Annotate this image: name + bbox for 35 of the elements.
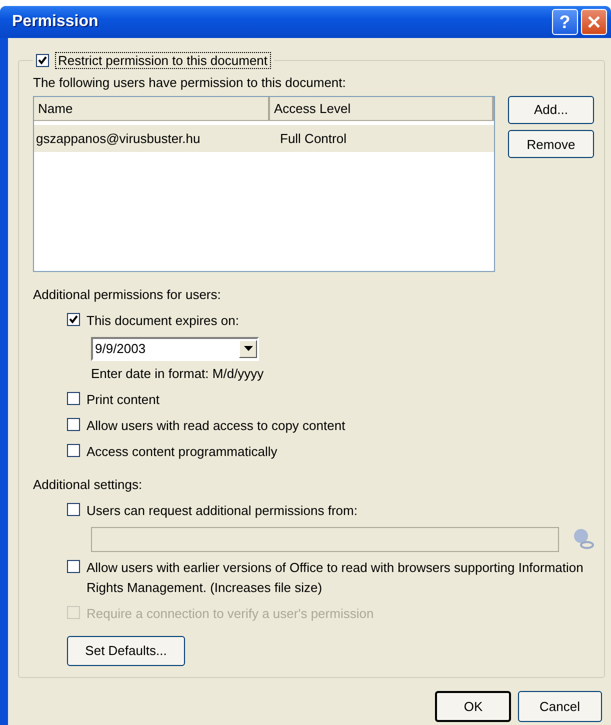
date-field[interactable]: 9/9/2003 — [91, 336, 259, 361]
close-button[interactable] — [581, 9, 607, 35]
caret-icon — [244, 346, 252, 352]
set-defaults-button[interactable]: Set Defaults... — [67, 636, 185, 666]
checkbox-label[interactable]: Allow users with read access to copy content — [86, 416, 346, 436]
address-field[interactable] — [91, 526, 559, 552]
checkbox-label[interactable]: Allow users with earlier versions of Office to read with browsers supporting Information Rights Management. (Increases file size) — [86, 558, 586, 597]
checkbox[interactable] — [67, 418, 80, 431]
format-hint: Enter date in format: M/d/yyyy — [91, 365, 265, 383]
checkbox-label[interactable]: This document expires on: — [86, 310, 239, 330]
checkbox[interactable] — [36, 54, 49, 67]
checkbox[interactable] — [67, 392, 80, 405]
remove-button[interactable]: Remove — [508, 130, 594, 158]
dropdown-button[interactable] — [239, 340, 257, 358]
window-title: Permission — [12, 12, 98, 32]
ok-button[interactable]: OK — [435, 691, 512, 722]
column-header[interactable]: Name — [34, 96, 270, 120]
checkbox[interactable] — [67, 560, 80, 573]
checkbox-label[interactable]: Access content programmatically — [86, 442, 278, 462]
checkbox-label: Require a connection to verify a user's permission — [86, 604, 374, 623]
checkbox[interactable] — [67, 502, 80, 516]
add-button[interactable]: Add... — [508, 96, 594, 124]
checkbox-label[interactable]: Print content — [86, 390, 160, 410]
help-button[interactable]: ? — [552, 9, 578, 35]
users-label: The following users have permission to this document: — [33, 74, 347, 92]
section-heading: Additional permissions for users: — [33, 286, 222, 304]
close-icon — [587, 15, 601, 29]
checkbox-label[interactable]: Restrict permission to this document — [55, 52, 271, 69]
checkbox[interactable] — [67, 312, 80, 326]
column-header[interactable]: Access Level — [270, 96, 494, 120]
cancel-button[interactable]: Cancel — [518, 691, 602, 722]
section-heading: Additional settings: — [33, 476, 144, 494]
checkbox[interactable] — [67, 444, 80, 457]
checkbox-label[interactable]: Users can request additional permissions from: — [86, 500, 358, 520]
list-row[interactable]: gszappanos@virusbuster.hu Full Control — [34, 124, 494, 152]
